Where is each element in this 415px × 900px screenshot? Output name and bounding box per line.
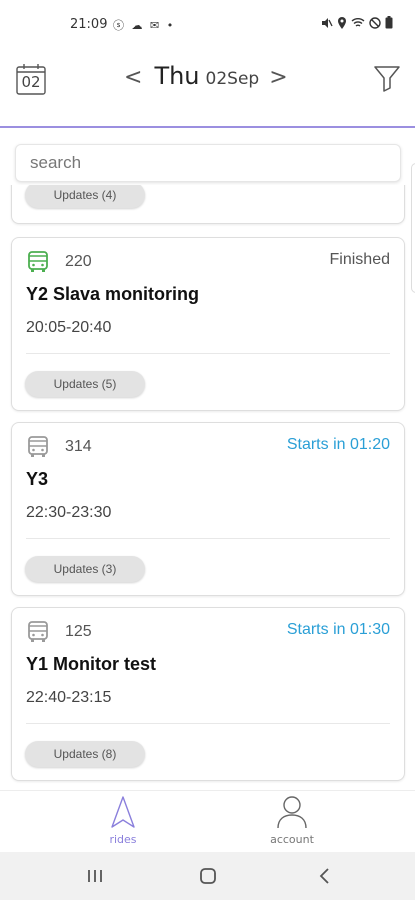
updates-button[interactable]: Updates (8) [25,741,145,767]
ride-card[interactable]: 125 Starts in 01:30 Y1 Monitor test 22:4… [11,607,405,781]
ride-card[interactable]: Updates (4) [11,185,405,224]
ride-card[interactable]: 220 Finished Y2 Slava monitoring 20:05-2… [11,237,405,411]
ride-number: 220 [65,253,92,270]
app-screen: 21:09 ⓢ ☁ ✉ • 02 < Thu 02Sep > search Up… [0,0,415,900]
card-divider [26,538,390,539]
back-icon [319,868,329,884]
battery-icon [385,16,393,29]
bus-icon [28,621,48,642]
nav-rides[interactable]: rides [83,795,163,846]
ride-list[interactable]: Updates (4) 220 Finished Y2 Slava monito… [0,185,415,790]
updates-button[interactable]: Updates (5) [25,371,145,397]
updates-button[interactable]: Updates (4) [25,185,145,208]
dnd-icon [369,16,381,29]
wifi-icon [351,17,365,27]
day-name: Thu [154,62,200,90]
ride-time: 20:05-20:40 [26,319,112,336]
card-divider [26,723,390,724]
ride-title: Y1 Monitor test [26,654,157,674]
ride-header: 314 [26,435,92,459]
filter-icon [374,66,400,92]
ride-card[interactable]: 314 Starts in 01:20 Y3 22:30-23:30 Updat… [11,422,405,596]
bus-icon [28,251,48,272]
system-status-icons [321,16,393,29]
system-nav-bar [0,852,415,900]
bus-icon [28,436,48,457]
mute-icon [322,17,333,28]
user-icon [277,796,307,829]
ride-time: 22:30-23:30 [26,504,112,521]
status-bar: 21:09 ⓢ ☁ ✉ • [0,0,415,50]
ride-number: 314 [65,438,92,455]
home-button[interactable] [193,864,223,888]
ride-title: Y2 Slava monitoring [26,284,200,304]
nav-rides-label: rides [109,833,137,846]
updates-button[interactable]: Updates (3) [25,556,145,582]
ride-time: 22:40-23:15 [26,689,112,706]
back-button[interactable] [310,864,340,888]
ride-status: Finished [329,251,390,268]
next-day-button[interactable]: > [263,65,293,90]
calendar-day: 02 [21,73,41,91]
location-icon [338,16,346,29]
date-label: 02Sep [205,69,260,89]
filter-button[interactable] [373,64,401,92]
nav-account-label: account [270,833,314,846]
ride-header: 125 [26,620,92,644]
ride-status: Starts in 01:30 [286,621,390,638]
date-navigator: < Thu 02Sep > [118,62,294,90]
card-divider [26,353,390,354]
home-icon [200,868,216,884]
prev-day-button[interactable]: < [118,65,148,90]
nav-account[interactable]: account [252,795,332,846]
status-time: 21:09 [70,17,108,32]
app-header: 02 < Thu 02Sep > [0,50,415,128]
search-input[interactable] [15,144,401,182]
ride-status: Starts in 01:20 [286,436,390,453]
notification-icons: ⓢ ☁ ✉ • [113,19,176,32]
recent-apps-button[interactable] [80,864,110,888]
ride-number: 125 [65,623,92,640]
calendar-button[interactable]: 02 [16,63,46,95]
navigation-arrow-icon [111,796,135,828]
ride-header: 220 [26,250,92,274]
ride-title: Y3 [26,469,49,489]
bottom-nav: rides account [0,790,415,852]
recent-apps-icon [88,870,102,882]
